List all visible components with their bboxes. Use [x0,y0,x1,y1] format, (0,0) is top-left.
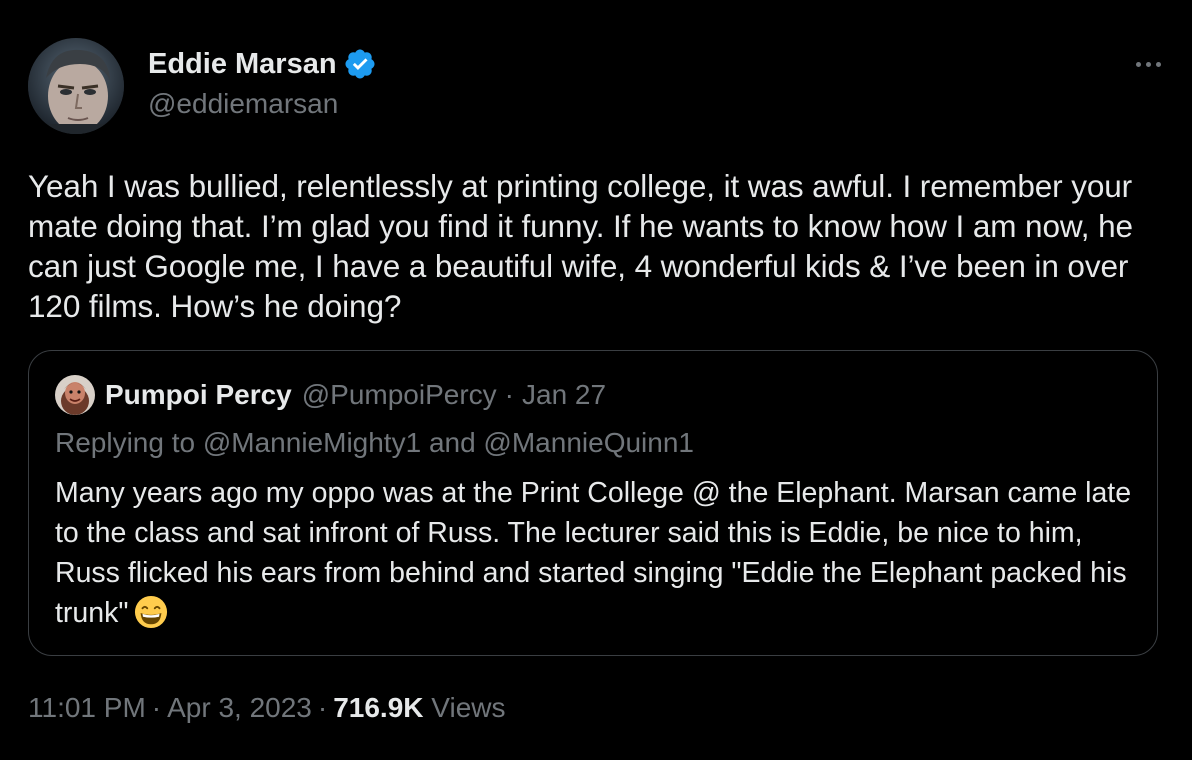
views-label: Views [431,692,506,723]
quoted-separator: · [504,379,514,410]
quoted-tweet-body: Many years ago my oppo was at the Print … [55,477,1132,629]
tweet-date[interactable]: Apr 3, 2023 [167,692,312,723]
tweet-time[interactable]: 11:01 PM [28,692,146,723]
quoted-author-avatar[interactable] [55,375,95,415]
quoted-tweet-text: Many years ago my oppo was at the Print … [55,473,1145,633]
author-name-row[interactable]: Eddie Marsan [148,46,377,82]
more-horizontal-icon[interactable] [1128,50,1168,78]
quoted-date[interactable]: Jan 27 [522,379,606,411]
author-info: Eddie Marsan @eddiemarsan [148,46,377,122]
quoted-author-name[interactable]: Pumpoi Percy [105,379,292,411]
tweet-meta: 11:01 PM · Apr 3, 2023 · 716.9K Views [28,692,505,724]
quoted-tweet-header: Pumpoi Percy @PumpoiPercy · Jan 27 [55,375,606,415]
author-display-name[interactable]: Eddie Marsan [148,46,337,82]
quoted-author-handle[interactable]: @PumpoiPercy [302,379,497,411]
more-dot [1145,61,1151,67]
author-handle[interactable]: @eddiemarsan [148,86,377,122]
meta-separator: · [151,692,162,723]
views-count[interactable]: 716.9K [333,692,423,723]
tweet-text: Yeah I was bullied, relentlessly at prin… [28,168,1133,324]
more-dot [1135,61,1141,67]
author-avatar[interactable] [28,38,124,134]
verified-badge-icon[interactable] [343,47,377,81]
grinning-face-with-smiling-eyes-icon [134,595,168,629]
more-dot [1155,61,1161,67]
replying-to-line: Replying to @MannieMighty1 and @MannieQu… [55,427,694,458]
meta-separator: · [317,692,328,723]
quoted-tweet-card[interactable]: Pumpoi Percy @PumpoiPercy · Jan 27 Reply… [28,350,1158,656]
